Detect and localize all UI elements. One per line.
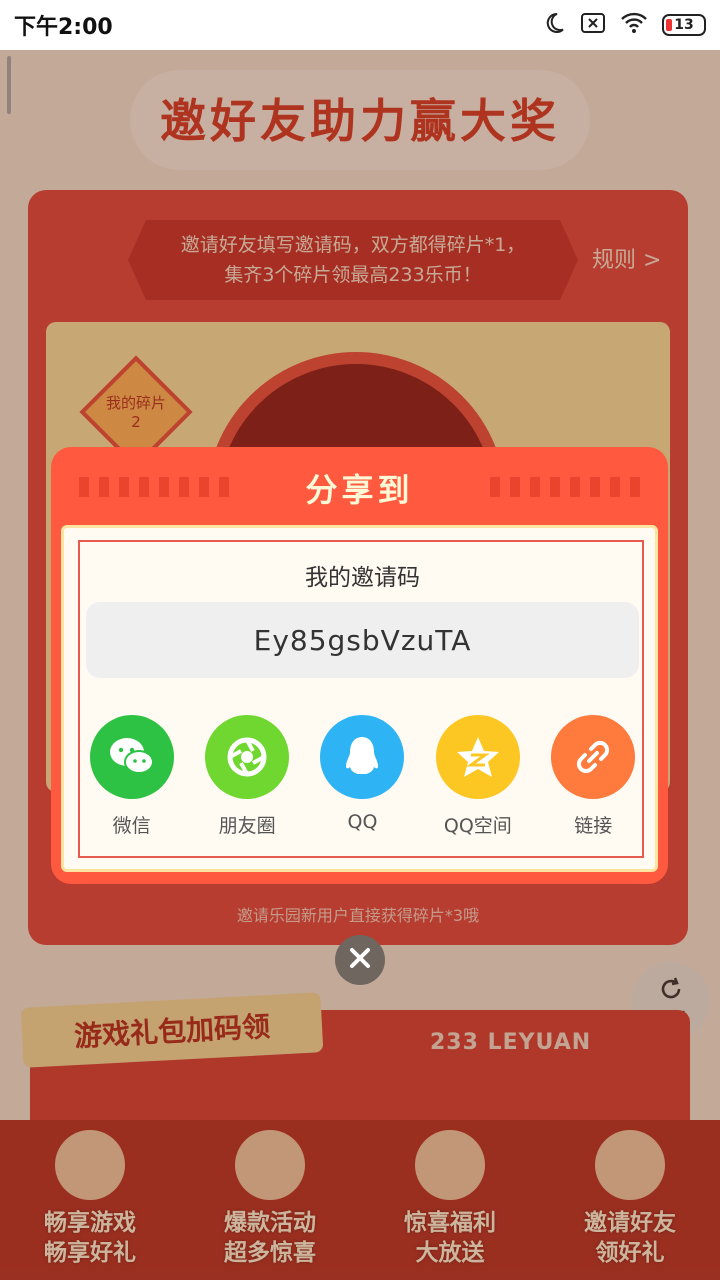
share-label: QQ xyxy=(347,811,378,833)
battery-level: 13 xyxy=(674,17,694,33)
share-label: 链接 xyxy=(574,815,613,837)
invite-code-label: 我的邀请码 xyxy=(305,565,420,591)
qq-icon xyxy=(320,715,405,799)
share-qq-button[interactable]: QQ xyxy=(312,715,412,838)
invite-code-box[interactable]: Ey85gsbVzuTA xyxy=(86,602,639,678)
share-link-button[interactable]: 链接 xyxy=(543,715,643,838)
wifi-icon xyxy=(620,12,648,38)
share-wechat-button[interactable]: 微信 xyxy=(82,715,182,838)
battery-icon: 13 xyxy=(662,14,706,36)
share-label: 微信 xyxy=(112,815,151,837)
qzone-icon xyxy=(435,715,520,799)
share-moments-button[interactable]: 朋友圈 xyxy=(197,715,297,838)
moments-icon xyxy=(205,715,290,799)
share-label: 朋友圈 xyxy=(218,815,276,837)
moon-icon xyxy=(542,11,566,39)
close-icon xyxy=(347,945,373,975)
share-options: 微信 朋友圈 QQ QQ空间 链接 xyxy=(64,715,661,838)
wechat-icon xyxy=(89,715,174,799)
status-time: 下午2:00 xyxy=(14,15,113,40)
share-dialog: 分享到 我的邀请码 Ey85gsbVzuTA 微信 朋友圈 QQ QQ空间 链接 xyxy=(51,447,668,884)
close-button[interactable] xyxy=(335,935,385,985)
share-label: QQ空间 xyxy=(443,815,512,837)
invite-code-value: Ey85gsbVzuTA xyxy=(253,623,472,657)
sim-off-icon xyxy=(580,12,606,38)
link-icon xyxy=(551,715,636,799)
share-qzone-button[interactable]: QQ空间 xyxy=(428,715,528,838)
dialog-body: 我的邀请码 Ey85gsbVzuTA 微信 朋友圈 QQ QQ空间 链接 xyxy=(61,525,658,872)
dialog-title: 分享到 xyxy=(305,471,414,509)
status-bar: 下午2:00 13 xyxy=(0,0,720,50)
